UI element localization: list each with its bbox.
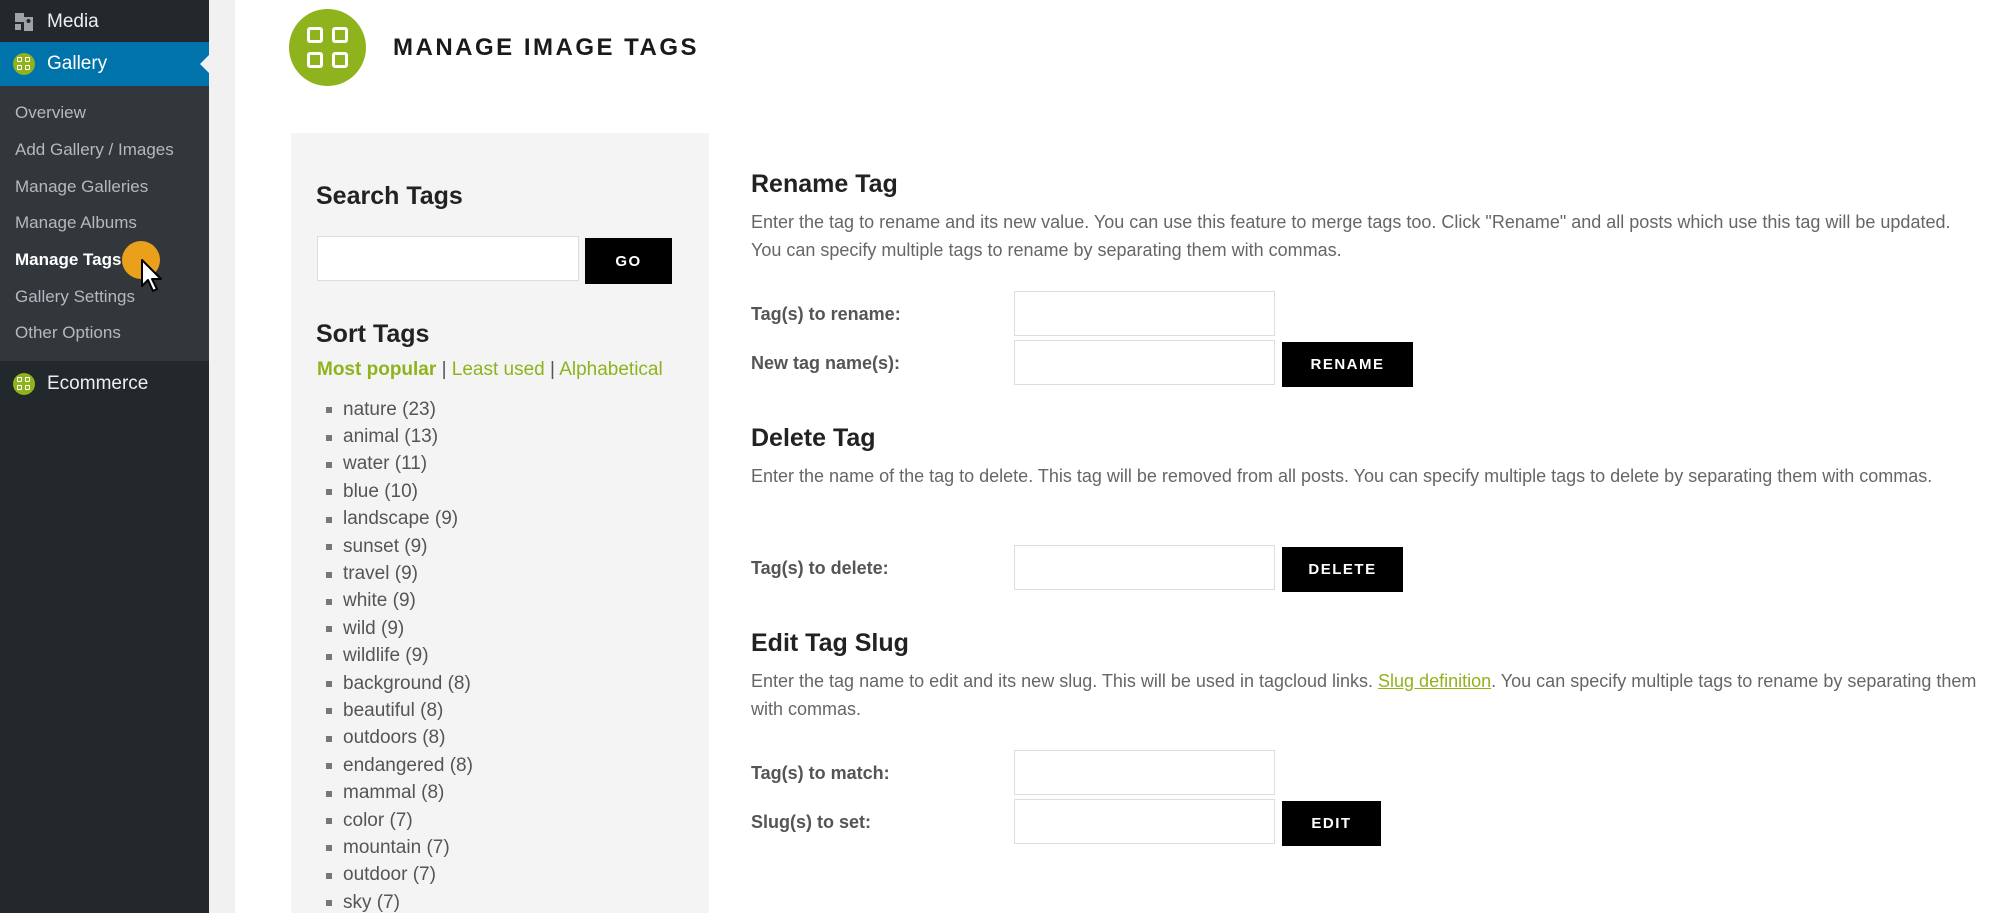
sort-separator: | — [550, 359, 555, 380]
tag-item[interactable]: water (11) — [326, 451, 473, 478]
tag-item[interactable]: wildlife (9) — [326, 643, 473, 670]
submenu-item-gallery-settings[interactable]: Gallery Settings — [15, 287, 135, 307]
delete-tag-description: Enter the name of the tag to delete. Thi… — [751, 466, 1933, 486]
mouse-cursor-icon — [141, 259, 162, 292]
tag-item[interactable]: color (7) — [326, 807, 473, 834]
tag-item[interactable]: white (9) — [326, 588, 473, 615]
tag-item[interactable]: outdoors (8) — [326, 725, 473, 752]
menu-item-ecommerce-label: Ecommerce — [47, 373, 149, 394]
tag-item[interactable]: sky (7) — [326, 889, 473, 916]
sort-alphabetical-link[interactable]: Alphabetical — [559, 359, 663, 380]
page-title: MANAGE IMAGE TAGS — [393, 34, 700, 61]
tag-item[interactable]: nature (23) — [326, 396, 473, 423]
delete-tag-input[interactable] — [1014, 545, 1275, 590]
content-gutter — [209, 0, 235, 913]
menu-item-gallery-label: Gallery — [47, 53, 108, 74]
submenu-item-add-gallery[interactable]: Add Gallery / Images — [15, 140, 174, 160]
tag-item[interactable]: beautiful (8) — [326, 697, 473, 724]
sort-options: Most popular | Least used | Alphabetical — [317, 359, 663, 381]
gallery-icon — [12, 52, 36, 76]
edit-tag-slug-heading: Edit Tag Slug — [751, 629, 909, 657]
tag-item[interactable]: travel (9) — [326, 560, 473, 587]
sort-tags-heading: Sort Tags — [316, 320, 430, 348]
tag-item[interactable]: animal (13) — [326, 423, 473, 450]
tag-list: nature (23) animal (13) water (11) blue … — [326, 396, 473, 916]
sort-least-used-link[interactable]: Least used — [452, 359, 545, 380]
tag-item[interactable]: endangered (8) — [326, 752, 473, 779]
menu-item-media[interactable]: Media — [0, 2, 209, 42]
slug-set-label: Slug(s) to set: — [751, 812, 871, 832]
sort-separator: | — [441, 359, 447, 380]
submenu-item-manage-galleries[interactable]: Manage Galleries — [15, 177, 148, 197]
tag-item[interactable]: wild (9) — [326, 615, 473, 642]
tag-item[interactable]: blue (10) — [326, 478, 473, 505]
menu-item-media-label: Media — [47, 11, 99, 32]
tag-item[interactable]: mammal (8) — [326, 779, 473, 806]
rename-tag-description: Enter the tag to rename and its new valu… — [751, 212, 1951, 260]
ecommerce-icon — [12, 372, 36, 396]
rename-to-label: New tag name(s): — [751, 353, 901, 373]
menu-item-ecommerce[interactable]: Ecommerce — [0, 364, 209, 404]
menu-item-gallery[interactable]: Gallery — [0, 42, 209, 86]
tag-item[interactable]: background (8) — [326, 670, 473, 697]
submenu-item-manage-tags[interactable]: Manage Tags — [15, 250, 121, 270]
gallery-submenu: Overview Add Gallery / Images Manage Gal… — [0, 86, 209, 361]
go-button[interactable]: GO — [585, 238, 672, 284]
tag-item[interactable]: sunset (9) — [326, 533, 473, 560]
delete-tag-label: Tag(s) to delete: — [751, 558, 889, 578]
sort-most-popular-link[interactable]: Most popular — [317, 359, 436, 380]
slug-match-input[interactable] — [1014, 750, 1275, 795]
tag-item[interactable]: landscape (9) — [326, 506, 473, 533]
edit-tag-slug-description: Enter the tag name to edit and its new s… — [751, 671, 1977, 719]
edit-button[interactable]: EDIT — [1282, 801, 1381, 846]
search-tags-heading: Search Tags — [316, 182, 463, 210]
delete-tag-heading: Delete Tag — [751, 424, 876, 452]
slug-definition-link[interactable]: Slug definition — [1378, 671, 1491, 691]
rename-from-label: Tag(s) to rename: — [751, 304, 901, 324]
delete-button[interactable]: DELETE — [1282, 547, 1403, 592]
admin-sidebar: Media Gallery Overview Add Gallery / Ima… — [0, 0, 209, 913]
submenu-item-other-options[interactable]: Other Options — [15, 323, 121, 343]
rename-from-input[interactable] — [1014, 291, 1275, 336]
submenu-item-manage-albums[interactable]: Manage Albums — [15, 213, 137, 233]
rename-to-input[interactable] — [1014, 340, 1275, 385]
search-tags-input[interactable] — [317, 236, 579, 281]
media-icon — [12, 10, 36, 34]
rename-button[interactable]: RENAME — [1282, 342, 1413, 387]
tag-item[interactable]: outdoor (7) — [326, 862, 473, 889]
submenu-item-overview[interactable]: Overview — [15, 103, 86, 123]
rename-tag-heading: Rename Tag — [751, 170, 898, 198]
slug-match-label: Tag(s) to match: — [751, 763, 890, 783]
slug-set-input[interactable] — [1014, 799, 1275, 844]
grid-icon — [289, 9, 366, 86]
tag-item[interactable]: mountain (7) — [326, 834, 473, 861]
